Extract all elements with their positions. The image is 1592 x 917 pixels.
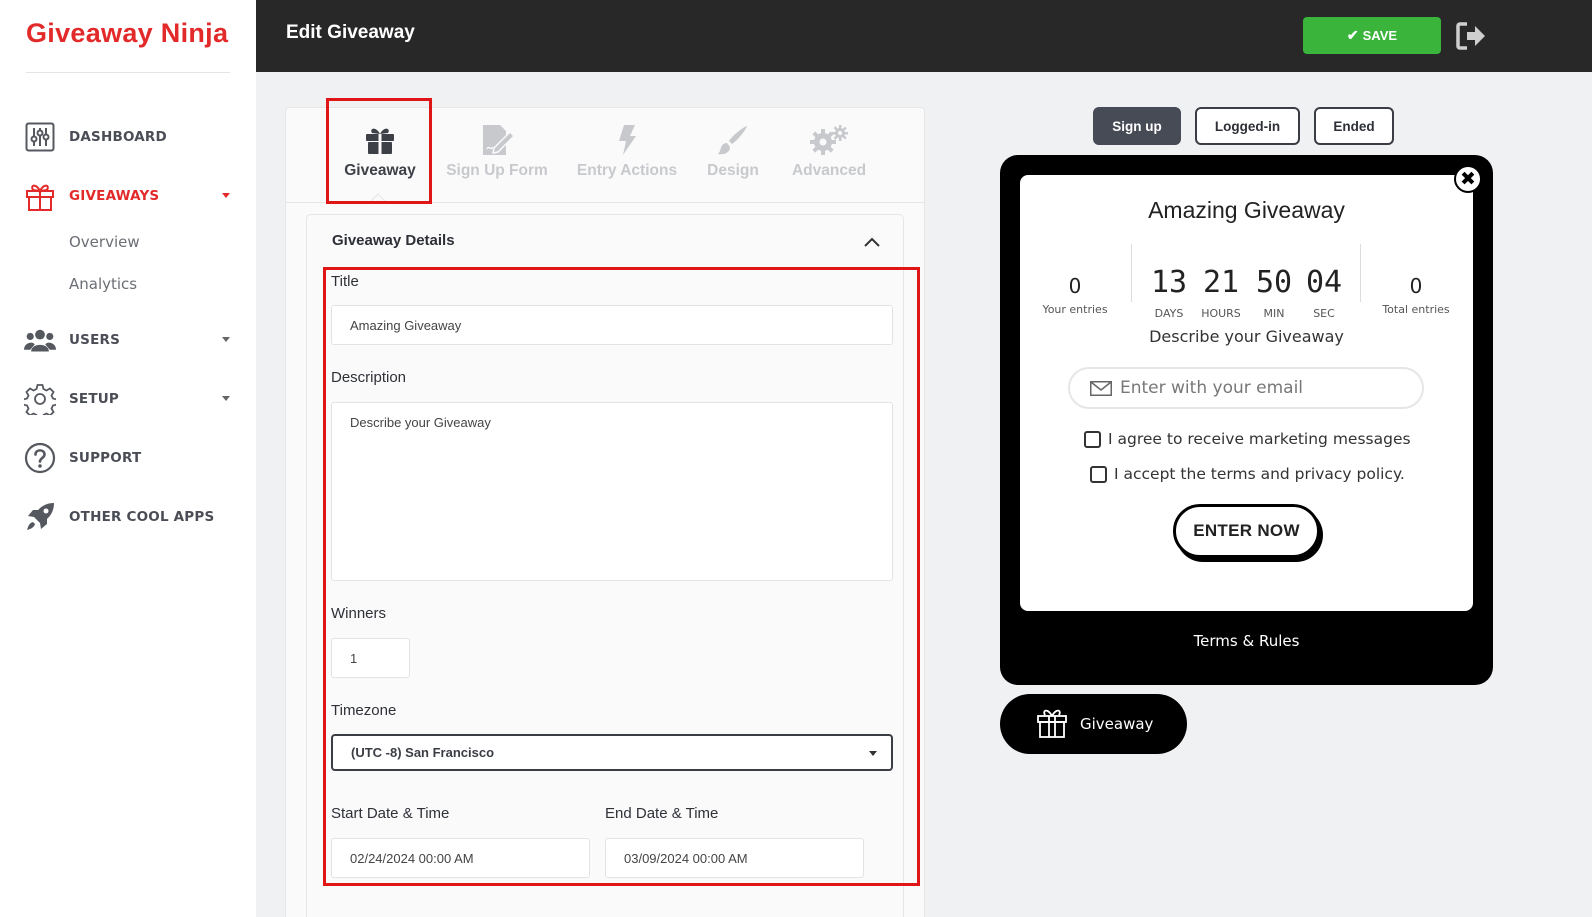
checkbox[interactable] bbox=[1084, 430, 1101, 448]
tab-sign-up-form[interactable]: Sign Up Form bbox=[444, 122, 550, 180]
sidebar-subitem-analytics[interactable]: Analytics bbox=[69, 275, 137, 293]
chevron-down-icon bbox=[869, 751, 877, 756]
gift-icon bbox=[1036, 706, 1068, 742]
top-bar: Edit Giveaway ✔ SAVE bbox=[256, 0, 1592, 72]
highlight-box bbox=[326, 98, 432, 204]
help-icon bbox=[24, 442, 56, 474]
chevron-up-icon[interactable] bbox=[863, 233, 881, 247]
enter-now-button[interactable]: ENTER NOW bbox=[1173, 504, 1320, 558]
section-title: Giveaway Details bbox=[332, 232, 455, 249]
sidebar: Giveaway Ninja DASHBOARD GIVEAWAYS Overv… bbox=[0, 0, 256, 917]
check-icon: ✔ bbox=[1346, 27, 1359, 43]
sidebar-item-label: DASHBOARD bbox=[69, 129, 167, 145]
checkbox-label: I agree to receive marketing messages bbox=[1108, 430, 1411, 448]
tab-label: Design bbox=[707, 162, 759, 179]
sidebar-item-label: OTHER COOL APPS bbox=[69, 509, 215, 525]
chevron-down-icon bbox=[222, 193, 230, 198]
total-entries-label: Total entries bbox=[1382, 303, 1450, 316]
sidebar-item-label: GIVEAWAYS bbox=[69, 188, 160, 204]
sliders-icon bbox=[24, 121, 56, 153]
widget-title: Amazing Giveaway bbox=[1148, 197, 1345, 223]
marketing-checkbox[interactable]: I agree to receive marketing messages bbox=[1084, 430, 1411, 448]
launcher-label: Giveaway bbox=[1080, 715, 1154, 733]
chevron-down-icon bbox=[222, 396, 230, 401]
winners-input[interactable]: 1 bbox=[331, 638, 410, 678]
logout-icon[interactable] bbox=[1455, 21, 1487, 51]
countdown-days: 13 bbox=[1150, 265, 1188, 300]
rocket-icon bbox=[24, 501, 56, 533]
sidebar-item-support[interactable]: SUPPORT bbox=[24, 441, 234, 475]
tab-entry-actions[interactable]: Entry Actions bbox=[575, 122, 679, 180]
checkbox[interactable] bbox=[1090, 465, 1107, 483]
checkbox-label: I accept the terms and privacy policy. bbox=[1114, 465, 1405, 483]
tab-advanced[interactable]: Advanced bbox=[789, 122, 869, 180]
envelope-icon bbox=[1090, 380, 1112, 396]
divider bbox=[1360, 244, 1361, 302]
countdown-hours: 21 bbox=[1202, 265, 1240, 300]
users-icon bbox=[24, 324, 56, 356]
widget-preview: Amazing Giveaway 0 Your entries 13 DAYS … bbox=[1000, 155, 1493, 685]
page-title: Edit Giveaway bbox=[286, 22, 415, 43]
giveaway-launcher-button[interactable]: Giveaway bbox=[1000, 694, 1187, 754]
sidebar-subitem-overview[interactable]: Overview bbox=[69, 233, 140, 251]
description-label: Description bbox=[331, 369, 407, 386]
title-input[interactable]: Amazing Giveaway bbox=[331, 305, 893, 345]
countdown-min-label: MIN bbox=[1263, 307, 1285, 320]
countdown-min: 50 bbox=[1255, 265, 1293, 300]
tab-label: Advanced bbox=[791, 162, 867, 179]
countdown-sec: 04 bbox=[1305, 265, 1343, 300]
gear-icon bbox=[24, 383, 56, 415]
divider bbox=[1131, 244, 1132, 302]
sidebar-item-label: USERS bbox=[69, 332, 121, 348]
save-button[interactable]: ✔ SAVE bbox=[1303, 17, 1441, 54]
widget-description: Describe your Giveaway bbox=[1149, 327, 1344, 346]
editor-tabs: Giveaway Sign Up Form Entry Actions Desi… bbox=[286, 98, 924, 211]
gift-icon bbox=[24, 180, 56, 212]
save-button-label: SAVE bbox=[1362, 28, 1398, 43]
total-entries-count: 0 bbox=[1409, 274, 1423, 298]
brush-icon bbox=[707, 122, 759, 158]
email-input[interactable]: Enter with your email bbox=[1068, 367, 1424, 409]
start-date-label: Start Date & Time bbox=[331, 805, 450, 822]
title-label: Title bbox=[331, 273, 359, 290]
countdown-hours-label: HOURS bbox=[1201, 307, 1241, 320]
form-edit-icon bbox=[444, 122, 550, 158]
gears-icon bbox=[789, 122, 869, 158]
sidebar-item-dashboard[interactable]: DASHBOARD bbox=[24, 120, 234, 154]
chevron-down-icon bbox=[222, 337, 230, 342]
tab-label: Entry Actions bbox=[576, 162, 678, 179]
state-ended-button[interactable]: Ended bbox=[1314, 107, 1394, 145]
tab-design[interactable]: Design bbox=[707, 122, 759, 180]
close-icon[interactable]: ✖ bbox=[1454, 165, 1482, 193]
tab-label: Sign Up Form bbox=[446, 162, 548, 179]
description-textarea[interactable]: Describe your Giveaway bbox=[331, 402, 893, 581]
sidebar-item-label: SETUP bbox=[69, 391, 120, 407]
giveaway-widget: Amazing Giveaway 0 Your entries 13 DAYS … bbox=[1020, 175, 1473, 611]
bolt-icon bbox=[575, 122, 679, 158]
end-date-input[interactable]: 03/09/2024 00:00 AM bbox=[605, 838, 864, 878]
your-entries-label: Your entries bbox=[1042, 303, 1108, 316]
divider bbox=[26, 72, 230, 73]
start-date-input[interactable]: 02/24/2024 00:00 AM bbox=[331, 838, 590, 878]
winners-label: Winners bbox=[331, 605, 387, 622]
sidebar-item-label: SUPPORT bbox=[69, 450, 142, 466]
sidebar-item-giveaways[interactable]: GIVEAWAYS bbox=[24, 179, 234, 213]
countdown-sec-label: SEC bbox=[1313, 307, 1335, 320]
sidebar-item-users[interactable]: USERS bbox=[24, 323, 234, 357]
state-logged-in-button[interactable]: Logged-in bbox=[1195, 107, 1300, 145]
email-placeholder: Enter with your email bbox=[1120, 378, 1304, 398]
app-logo[interactable]: Giveaway Ninja bbox=[26, 18, 228, 49]
terms-checkbox[interactable]: I accept the terms and privacy policy. bbox=[1090, 465, 1405, 483]
sidebar-item-other-cool-apps[interactable]: OTHER COOL APPS bbox=[24, 500, 234, 534]
your-entries-count: 0 bbox=[1068, 274, 1082, 298]
countdown-days-label: DAYS bbox=[1154, 307, 1184, 320]
timezone-selected-value: (UTC -8) San Francisco bbox=[351, 745, 495, 760]
sidebar-item-setup[interactable]: SETUP bbox=[24, 382, 234, 416]
state-sign-up-button[interactable]: Sign up bbox=[1093, 107, 1181, 145]
end-date-label: End Date & Time bbox=[605, 805, 719, 822]
terms-rules-link[interactable]: Terms & Rules bbox=[1000, 632, 1493, 650]
timezone-select[interactable]: (UTC -8) San Francisco bbox=[331, 734, 893, 771]
timezone-label: Timezone bbox=[331, 702, 397, 719]
